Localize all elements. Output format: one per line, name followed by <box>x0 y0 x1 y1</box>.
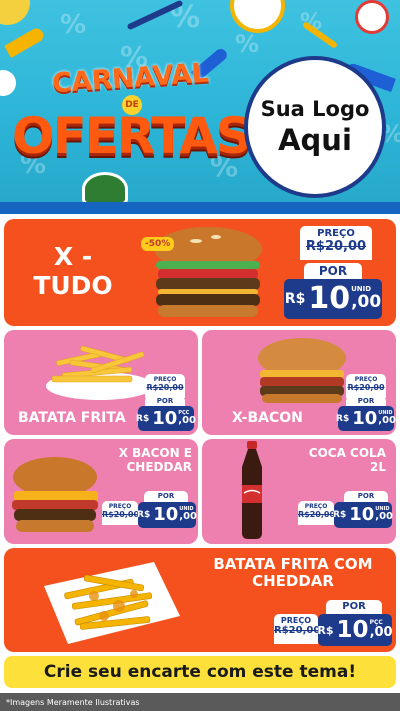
product-name-line2: CHEDDAR <box>252 572 334 591</box>
old-price-label: PREÇO <box>108 503 132 510</box>
old-price-label: PREÇO <box>304 503 328 510</box>
fries-image <box>46 345 154 400</box>
price-cents: ,00 <box>179 511 197 523</box>
old-price-label: PREÇO <box>354 376 378 383</box>
price-integer: 10 <box>153 504 179 525</box>
product-card-xbacon-cheddar[interactable]: X BACON E CHEDDAR POR PREÇO R$20,00 R$ 1… <box>4 439 198 544</box>
percent-decoration: % <box>60 10 87 40</box>
price-currency: R$ <box>336 413 350 424</box>
product-name-line1: X BACON E <box>118 446 192 460</box>
old-price-box: PREÇO R$20,00 <box>300 226 372 260</box>
product-name: BATATA FRITA <box>18 410 126 426</box>
price-currency: R$ <box>284 291 306 307</box>
old-price-value: R$20,00 <box>274 625 318 636</box>
old-price-label: PREÇO <box>153 376 177 383</box>
product-card-batata-cheddar[interactable]: BATATA FRITA COM CHEDDAR POR PREÇO R$20,… <box>4 548 396 652</box>
price-cents: ,00 <box>351 291 382 312</box>
price-integer: 10 <box>308 281 351 316</box>
price-integer: 10 <box>152 407 178 429</box>
ball-decoration <box>230 0 285 33</box>
old-price-box: PREÇO R$20,00 <box>102 501 138 525</box>
price-currency: R$ <box>136 413 150 424</box>
new-price-box: R$ 10 PÇC ,00 <box>317 614 393 646</box>
new-price-box: R$ 10 PÇC ,00 <box>136 406 196 431</box>
product-name: BATATA FRITA COM CHEDDAR <box>200 555 386 591</box>
product-name-line2: 2L <box>370 459 386 474</box>
burger-image <box>258 338 346 403</box>
price-cents: ,00 <box>178 414 196 426</box>
discount-badge: -50% <box>141 237 175 251</box>
product-card-xbacon[interactable]: X-BACON PREÇO R$20,00 POR R$ 10 UNID ,00 <box>202 330 396 435</box>
ball-decoration <box>355 0 389 34</box>
product-card-batata[interactable]: BATATA FRITA PREÇO R$20,00 POR R$ 10 PÇC… <box>4 330 198 435</box>
flyer-page: % % % % % % % % CARNAVAL DE OFERTAS Sua … <box>0 0 400 711</box>
title-ofertas: OFERTAS <box>12 107 252 165</box>
price-currency: R$ <box>137 510 151 520</box>
old-price-value: R$20,00 <box>305 239 367 254</box>
por-label: POR <box>346 396 386 406</box>
new-price-box: R$ 10 UNID ,00 <box>336 406 396 431</box>
cta-banner[interactable]: Crie seu encarte com este tema! <box>4 656 396 688</box>
trumpet-decoration <box>4 25 46 59</box>
old-price-value: R$20,00 <box>347 383 385 392</box>
price-cents: ,00 <box>369 625 393 641</box>
product-name: X - TUDO <box>33 242 113 300</box>
product-card-xtudo[interactable]: X - TUDO -50% PREÇO R$20,00 POR R$ 10 UN… <box>4 219 396 326</box>
header-banner: % % % % % % % % CARNAVAL DE OFERTAS Sua … <box>0 0 400 214</box>
title-carnaval: CARNAVAL <box>51 57 210 100</box>
burger-image <box>12 457 98 532</box>
product-name: X BACON E CHEDDAR <box>108 446 193 475</box>
por-label: POR <box>344 491 388 502</box>
price-currency: R$ <box>333 510 347 520</box>
por-label: POR <box>145 396 185 406</box>
price-cents: ,00 <box>375 511 393 523</box>
product-name-line1: BATATA FRITA COM <box>213 555 373 573</box>
product-name-line1: COCA COLA <box>308 446 386 460</box>
logo-text-line2: Aqui <box>278 123 352 157</box>
old-price-value: R$20,00 <box>298 510 334 519</box>
old-price-label: PREÇO <box>317 228 355 239</box>
price-integer: 10 <box>349 504 375 525</box>
header-band <box>0 202 400 214</box>
product-name-line2: CHEDDAR <box>126 459 193 474</box>
price-integer: 10 <box>336 616 369 643</box>
old-price-box: PREÇO R$20,00 <box>298 501 334 525</box>
price-currency: R$ <box>317 623 334 637</box>
product-card-coca[interactable]: COCA COLA 2L POR PREÇO R$20,00 R$ 10 UNI… <box>202 439 396 544</box>
old-price-label: PREÇO <box>280 616 312 625</box>
new-price-box: R$ 10 UNID ,00 <box>333 502 393 528</box>
footer-disclaimer: *Imagens Meramente Ilustrativas <box>0 693 400 711</box>
logo-placeholder: Sua Logo Aqui <box>244 56 386 198</box>
logo-text-line1: Sua Logo <box>260 97 370 121</box>
cheese-fries-image <box>44 562 180 644</box>
por-label: POR <box>144 491 188 502</box>
product-name: COCA COLA 2L <box>286 446 386 475</box>
soda-bottle-image <box>242 441 262 539</box>
title-logo: CARNAVAL DE OFERTAS <box>12 55 252 195</box>
price-cents: ,00 <box>378 414 396 426</box>
new-price-box: R$ 10 UNID ,00 <box>137 502 197 528</box>
ball-decoration <box>0 0 30 25</box>
por-label: POR <box>326 600 382 614</box>
new-price-box: R$ 10 UNID ,00 <box>284 279 382 319</box>
old-price-box: PREÇO R$20,00 <box>346 374 386 398</box>
old-price-value: R$20,00 <box>146 383 184 392</box>
price-integer: 10 <box>352 407 378 429</box>
old-price-box: PREÇO R$20,00 <box>274 614 318 644</box>
percent-decoration: % <box>235 30 260 58</box>
old-price-box: PREÇO R$20,00 <box>145 374 185 398</box>
old-price-value: R$20,00 <box>102 510 138 519</box>
drum-decoration <box>82 172 128 206</box>
product-name: X-BACON <box>232 410 303 426</box>
por-label: POR <box>304 263 362 279</box>
